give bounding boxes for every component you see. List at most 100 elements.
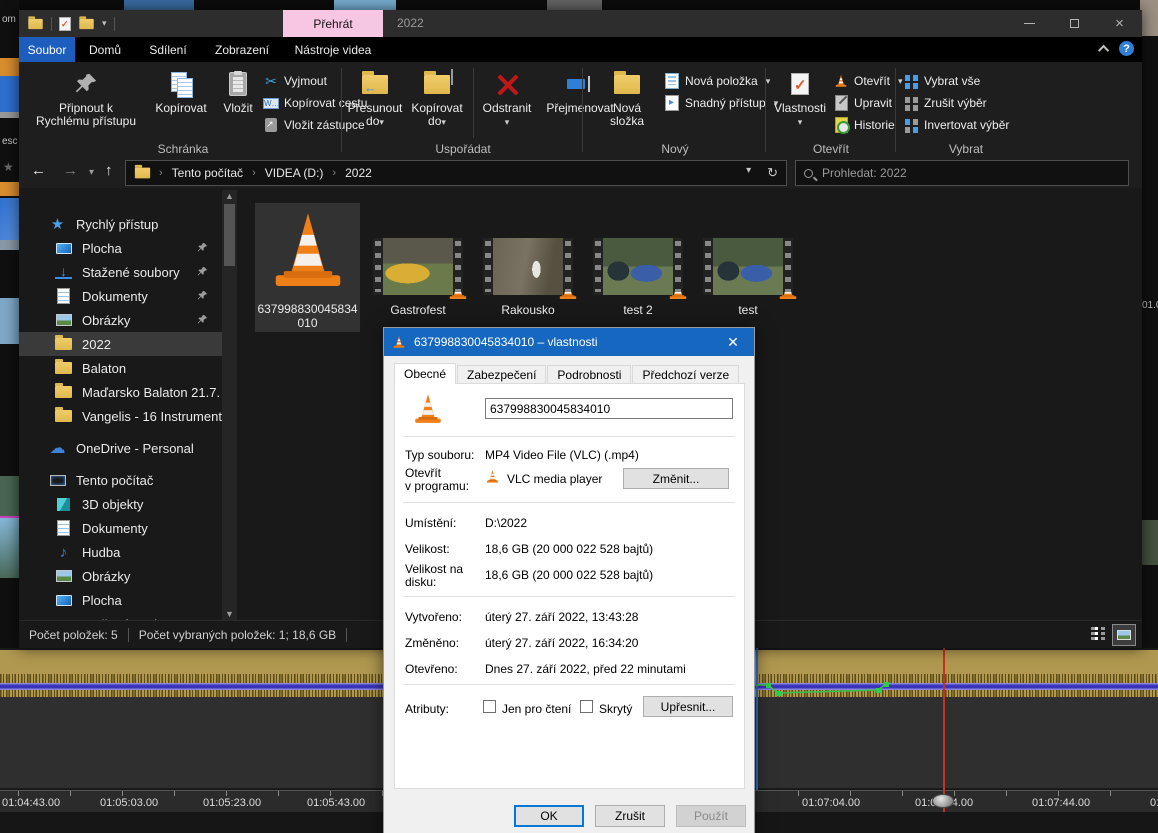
select-none-button[interactable]: Zrušit výběr bbox=[903, 92, 1009, 114]
file-item-video[interactable]: Gastrofest bbox=[373, 238, 463, 317]
scrollbar-thumb[interactable] bbox=[224, 204, 235, 266]
up-icon[interactable]: ↑ bbox=[105, 162, 113, 179]
address-bar[interactable]: Tento počítač VIDEA (D:) 2022 ▾ ↻ bbox=[125, 160, 787, 186]
customize-qat-chevron-icon[interactable]: ▾ bbox=[102, 18, 107, 29]
dialog-titlebar[interactable]: 637998830045834010 – vlastnosti bbox=[384, 328, 754, 356]
tab-video-tools[interactable]: Nástroje videa bbox=[283, 37, 383, 62]
tab-file[interactable]: Soubor bbox=[19, 37, 75, 62]
details-view-button[interactable] bbox=[1088, 624, 1108, 644]
large-icons-view-button[interactable] bbox=[1112, 624, 1136, 646]
delete-button[interactable]: Odstranit bbox=[477, 68, 537, 129]
contextual-tab-play[interactable]: Přehrát bbox=[283, 10, 383, 37]
refresh-icon[interactable]: ↻ bbox=[767, 165, 778, 181]
scroll-down-icon[interactable]: ▼ bbox=[222, 609, 237, 619]
properties-button[interactable]: Vlastnosti bbox=[769, 68, 831, 129]
explorer-titlebar[interactable]: ▾ Přehrát 2022 × bbox=[19, 10, 1142, 37]
open-button[interactable]: Otevřít bbox=[833, 70, 903, 92]
invert-selection-button[interactable]: Invertovat výběr bbox=[903, 114, 1009, 136]
sidebar-item-this-pc[interactable]: Tento počítač bbox=[19, 468, 222, 492]
history-chevron-icon[interactable]: ▾ bbox=[89, 167, 94, 178]
volume-envelope[interactable] bbox=[735, 678, 895, 702]
filename-input[interactable] bbox=[485, 398, 733, 419]
tab-details[interactable]: Podrobnosti bbox=[547, 365, 631, 384]
sidebar-item-pictures[interactable]: Obrázky bbox=[19, 308, 222, 332]
ok-button[interactable]: OK bbox=[514, 805, 584, 827]
tab-previous-versions[interactable]: Předchozí verze bbox=[632, 365, 739, 384]
opens-with-label: Otevřít bbox=[405, 466, 441, 480]
selected-count: Počet vybraných položek: 1; 18,6 GB bbox=[139, 628, 336, 642]
playhead-handle[interactable] bbox=[932, 794, 954, 808]
sidebar-scrollbar[interactable]: ▲ ▼ bbox=[222, 190, 237, 620]
change-button[interactable]: Změnit... bbox=[623, 468, 729, 489]
advanced-button[interactable]: Upřesnit... bbox=[643, 696, 733, 717]
sidebar-item-desktop-2[interactable]: Plocha bbox=[19, 588, 222, 612]
sidebar-item-desktop[interactable]: Plocha bbox=[19, 236, 222, 260]
pin-to-quick-access-button[interactable]: Připnout k Rychlému přístupu bbox=[27, 68, 145, 128]
new-folder-button[interactable]: Nová složka bbox=[599, 68, 655, 128]
background-fragment bbox=[0, 240, 19, 250]
sidebar-item-quick-access[interactable]: ★ Rychlý přístup bbox=[19, 212, 222, 236]
back-icon[interactable]: ← bbox=[31, 162, 46, 179]
sidebar-item-madarsko-balaton[interactable]: Maďarsko Balaton 21.7. - 24. bbox=[19, 380, 222, 404]
sidebar-item-documents-2[interactable]: Dokumenty bbox=[19, 516, 222, 540]
sidebar-item-vangelis[interactable]: Vangelis - 16 Instrumental H bbox=[19, 404, 222, 428]
edit-button[interactable]: Upravit bbox=[833, 92, 903, 114]
pin-icon bbox=[197, 265, 208, 280]
breadcrumb-drive[interactable]: VIDEA (D:) bbox=[265, 166, 324, 180]
sidebar-item-downloads[interactable]: ↓ Stažené soubory bbox=[19, 260, 222, 284]
sidebar-item-music[interactable]: ♪ Hudba bbox=[19, 540, 222, 564]
sidebar-item-onedrive[interactable]: ☁ OneDrive - Personal bbox=[19, 436, 222, 460]
close-button[interactable]: × bbox=[1097, 10, 1142, 37]
help-icon[interactable] bbox=[1119, 41, 1134, 56]
properties-icon[interactable] bbox=[59, 17, 71, 31]
forward-icon[interactable]: → bbox=[63, 162, 78, 179]
apply-button[interactable]: Použít bbox=[676, 805, 746, 827]
address-dropdown-chevron-icon[interactable]: ▾ bbox=[746, 165, 751, 181]
move-to-button[interactable]: ← Přesunout do bbox=[345, 68, 405, 129]
tab-home[interactable]: Domů bbox=[75, 37, 135, 62]
search-input[interactable] bbox=[822, 166, 1092, 180]
background-fragment bbox=[1140, 520, 1158, 565]
vlc-cone-icon bbox=[485, 469, 500, 484]
minimize-button[interactable] bbox=[1007, 10, 1052, 37]
breadcrumb-chevron-icon bbox=[332, 167, 336, 179]
tab-general[interactable]: Obecné bbox=[394, 363, 456, 384]
sidebar-item-downloads-2[interactable]: ↓ Stažené soubory bbox=[19, 612, 222, 620]
maximize-button[interactable] bbox=[1052, 10, 1097, 37]
select-all-button[interactable]: Vybrat vše bbox=[903, 70, 1009, 92]
scroll-up-icon[interactable]: ▲ bbox=[222, 191, 237, 201]
breadcrumb-this-pc[interactable]: Tento počítač bbox=[172, 166, 243, 180]
file-item-video[interactable]: Rakousko bbox=[483, 238, 573, 317]
new-folder-icon[interactable] bbox=[79, 18, 93, 28]
paste-button[interactable]: Vložit bbox=[215, 68, 261, 115]
copy-button[interactable]: Kopírovat bbox=[149, 68, 213, 115]
size-on-disk-label: disku: bbox=[405, 575, 436, 589]
readonly-checkbox[interactable] bbox=[483, 700, 496, 713]
sidebar-item-3d-objects[interactable]: 3D objekty bbox=[19, 492, 222, 516]
tab-share[interactable]: Sdílení bbox=[135, 37, 201, 62]
sidebar-item-balaton[interactable]: Balaton bbox=[19, 356, 222, 380]
tab-security[interactable]: Zabezpečení bbox=[457, 365, 546, 384]
file-item-selected[interactable]: 637998830045834010 bbox=[255, 203, 360, 332]
tab-view[interactable]: Zobrazení bbox=[201, 37, 283, 62]
dialog-close-button[interactable]: ✕ bbox=[712, 328, 754, 356]
button-label: Rychlému přístupu bbox=[36, 114, 136, 128]
sidebar-item-pictures-2[interactable]: Obrázky bbox=[19, 564, 222, 588]
folder-icon[interactable] bbox=[28, 18, 42, 28]
hidden-checkbox[interactable] bbox=[580, 700, 593, 713]
history-button[interactable]: Historie bbox=[833, 114, 903, 136]
new-item-button[interactable]: Nová položka bbox=[664, 70, 778, 92]
desktop-icon bbox=[55, 595, 72, 606]
file-item-video[interactable]: test bbox=[703, 238, 793, 317]
invert-selection-icon bbox=[903, 117, 919, 134]
sidebar-item-2022[interactable]: 2022 bbox=[19, 332, 222, 356]
easy-access-button[interactable]: Snadný přístup bbox=[664, 92, 778, 114]
paste-icon bbox=[229, 68, 247, 100]
copy-to-button[interactable]: Kopírovat do bbox=[407, 68, 467, 129]
cancel-button[interactable]: Zrušit bbox=[595, 805, 665, 827]
sidebar-item-documents[interactable]: Dokumenty bbox=[19, 284, 222, 308]
search-box[interactable] bbox=[795, 160, 1129, 186]
breadcrumb-folder[interactable]: 2022 bbox=[345, 166, 372, 180]
ribbon-group-new: Nová složka Nová položka Snadný přístup … bbox=[585, 64, 765, 156]
file-item-video[interactable]: test 2 bbox=[593, 238, 683, 317]
